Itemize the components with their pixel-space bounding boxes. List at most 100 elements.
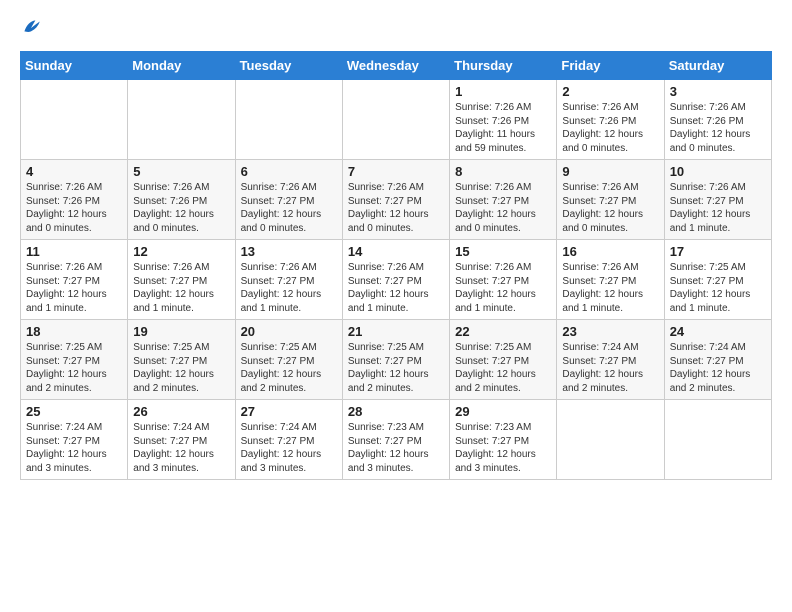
calendar-day-cell: 11 Sunrise: 7:26 AMSunset: 7:27 PMDayligh…	[21, 240, 128, 320]
day-number: 6	[241, 164, 337, 179]
calendar-week-row: 4 Sunrise: 7:26 AMSunset: 7:26 PMDaylight…	[21, 160, 772, 240]
day-info: Sunrise: 7:25 AMSunset: 7:27 PMDaylight:…	[348, 341, 444, 395]
calendar-day-cell: 22 Sunrise: 7:25 AMSunset: 7:27 PMDayligh…	[450, 320, 557, 400]
logo	[20, 16, 46, 43]
day-info: Sunrise: 7:24 AMSunset: 7:27 PMDaylight:…	[241, 421, 337, 475]
day-number: 5	[133, 164, 229, 179]
calendar-day-cell: 24Sunrise: 7:24 AMSunset: 7:27 PMDayligh…	[664, 320, 771, 400]
day-info: Sunrise: 7:24 AMSunset: 7:27 PMDaylight:…	[562, 341, 658, 395]
day-info: Sunrise: 7:26 AMSunset: 7:26 PMDaylight:…	[455, 101, 551, 155]
calendar-week-row: 18 Sunrise: 7:25 AMSunset: 7:27 PMDayligh…	[21, 320, 772, 400]
day-info: Sunrise: 7:26 AMSunset: 7:27 PMDaylight:…	[241, 181, 337, 235]
calendar-day-cell: 13 Sunrise: 7:26 AMSunset: 7:27 PMDayligh…	[235, 240, 342, 320]
day-number: 22	[455, 324, 551, 339]
calendar-day-cell: 16 Sunrise: 7:26 AMSunset: 7:27 PMDayligh…	[557, 240, 664, 320]
calendar-day-cell: 7Sunrise: 7:26 AMSunset: 7:27 PMDaylight…	[342, 160, 449, 240]
calendar-week-row: 25Sunrise: 7:24 AMSunset: 7:27 PMDayligh…	[21, 400, 772, 480]
day-info: Sunrise: 7:23 AMSunset: 7:27 PMDaylight:…	[455, 421, 551, 475]
calendar-day-cell: 20Sunrise: 7:25 AMSunset: 7:27 PMDayligh…	[235, 320, 342, 400]
day-info: Sunrise: 7:24 AMSunset: 7:27 PMDaylight:…	[26, 421, 122, 475]
day-info: Sunrise: 7:25 AMSunset: 7:27 PMDaylight:…	[133, 341, 229, 395]
calendar-day-cell: 6 Sunrise: 7:26 AMSunset: 7:27 PMDaylight…	[235, 160, 342, 240]
day-info: Sunrise: 7:26 AMSunset: 7:27 PMDaylight:…	[348, 261, 444, 315]
calendar-day-cell: 19 Sunrise: 7:25 AMSunset: 7:27 PMDayligh…	[128, 320, 235, 400]
day-of-week-header: Friday	[557, 52, 664, 80]
day-info: Sunrise: 7:26 AMSunset: 7:27 PMDaylight:…	[670, 181, 766, 235]
day-info: Sunrise: 7:26 AMSunset: 7:27 PMDaylight:…	[455, 261, 551, 315]
calendar-week-row: 11 Sunrise: 7:26 AMSunset: 7:27 PMDayligh…	[21, 240, 772, 320]
day-number: 2	[562, 84, 658, 99]
day-info: Sunrise: 7:26 AMSunset: 7:27 PMDaylight:…	[455, 181, 551, 235]
day-of-week-header: Tuesday	[235, 52, 342, 80]
day-number: 29	[455, 404, 551, 419]
calendar-day-cell: 5 Sunrise: 7:26 AMSunset: 7:26 PMDaylight…	[128, 160, 235, 240]
day-number: 8	[455, 164, 551, 179]
day-number: 14	[348, 244, 444, 259]
day-info: Sunrise: 7:23 AMSunset: 7:27 PMDaylight:…	[348, 421, 444, 475]
day-of-week-header: Sunday	[21, 52, 128, 80]
day-number: 20	[241, 324, 337, 339]
day-number: 16	[562, 244, 658, 259]
calendar-header-row: SundayMondayTuesdayWednesdayThursdayFrid…	[21, 52, 772, 80]
day-info: Sunrise: 7:26 AMSunset: 7:27 PMDaylight:…	[562, 261, 658, 315]
calendar-day-cell: 9 Sunrise: 7:26 AMSunset: 7:27 PMDaylight…	[557, 160, 664, 240]
day-of-week-header: Wednesday	[342, 52, 449, 80]
calendar-day-cell: 3 Sunrise: 7:26 AMSunset: 7:26 PMDaylight…	[664, 80, 771, 160]
calendar-day-cell: 28 Sunrise: 7:23 AMSunset: 7:27 PMDayligh…	[342, 400, 449, 480]
day-of-week-header: Saturday	[664, 52, 771, 80]
day-number: 17	[670, 244, 766, 259]
calendar-day-cell: 21 Sunrise: 7:25 AMSunset: 7:27 PMDayligh…	[342, 320, 449, 400]
day-number: 11	[26, 244, 122, 259]
day-of-week-header: Thursday	[450, 52, 557, 80]
day-number: 19	[133, 324, 229, 339]
calendar-day-cell: 1 Sunrise: 7:26 AMSunset: 7:26 PMDaylight…	[450, 80, 557, 160]
calendar-day-cell: 27 Sunrise: 7:24 AMSunset: 7:27 PMDayligh…	[235, 400, 342, 480]
day-number: 3	[670, 84, 766, 99]
calendar-day-cell: 26Sunrise: 7:24 AMSunset: 7:27 PMDayligh…	[128, 400, 235, 480]
day-number: 15	[455, 244, 551, 259]
calendar-day-cell	[128, 80, 235, 160]
day-number: 23	[562, 324, 658, 339]
day-info: Sunrise: 7:26 AMSunset: 7:27 PMDaylight:…	[241, 261, 337, 315]
day-number: 26	[133, 404, 229, 419]
calendar-day-cell: 10Sunrise: 7:26 AMSunset: 7:27 PMDayligh…	[664, 160, 771, 240]
day-number: 28	[348, 404, 444, 419]
day-info: Sunrise: 7:25 AMSunset: 7:27 PMDaylight:…	[670, 261, 766, 315]
day-number: 4	[26, 164, 122, 179]
calendar-body: 1 Sunrise: 7:26 AMSunset: 7:26 PMDaylight…	[21, 80, 772, 480]
day-info: Sunrise: 7:26 AMSunset: 7:26 PMDaylight:…	[562, 101, 658, 155]
day-info: Sunrise: 7:26 AMSunset: 7:26 PMDaylight:…	[133, 181, 229, 235]
calendar-table: SundayMondayTuesdayWednesdayThursdayFrid…	[20, 51, 772, 480]
logo-icon	[20, 16, 42, 43]
day-number: 9	[562, 164, 658, 179]
calendar-day-cell: 8 Sunrise: 7:26 AMSunset: 7:27 PMDaylight…	[450, 160, 557, 240]
calendar-day-cell: 17 Sunrise: 7:25 AMSunset: 7:27 PMDayligh…	[664, 240, 771, 320]
calendar-day-cell: 25Sunrise: 7:24 AMSunset: 7:27 PMDayligh…	[21, 400, 128, 480]
calendar-day-cell: 29 Sunrise: 7:23 AMSunset: 7:27 PMDayligh…	[450, 400, 557, 480]
calendar-day-cell: 14 Sunrise: 7:26 AMSunset: 7:27 PMDayligh…	[342, 240, 449, 320]
day-info: Sunrise: 7:26 AMSunset: 7:27 PMDaylight:…	[562, 181, 658, 235]
day-number: 13	[241, 244, 337, 259]
day-info: Sunrise: 7:26 AMSunset: 7:27 PMDaylight:…	[26, 261, 122, 315]
day-number: 12	[133, 244, 229, 259]
day-number: 18	[26, 324, 122, 339]
calendar-day-cell: 15 Sunrise: 7:26 AMSunset: 7:27 PMDayligh…	[450, 240, 557, 320]
calendar-day-cell: 12Sunrise: 7:26 AMSunset: 7:27 PMDayligh…	[128, 240, 235, 320]
day-number: 21	[348, 324, 444, 339]
calendar-day-cell: 2 Sunrise: 7:26 AMSunset: 7:26 PMDaylight…	[557, 80, 664, 160]
calendar-day-cell	[557, 400, 664, 480]
day-number: 1	[455, 84, 551, 99]
calendar-day-cell: 18Sunrise: 7:25 AMSunset: 7:27 PMDayligh…	[21, 320, 128, 400]
calendar-week-row: 1 Sunrise: 7:26 AMSunset: 7:26 PMDaylight…	[21, 80, 772, 160]
calendar-day-cell	[342, 80, 449, 160]
calendar-day-cell	[664, 400, 771, 480]
page-header	[20, 16, 772, 43]
day-info: Sunrise: 7:24 AMSunset: 7:27 PMDaylight:…	[670, 341, 766, 395]
calendar-day-cell: 4 Sunrise: 7:26 AMSunset: 7:26 PMDaylight…	[21, 160, 128, 240]
day-number: 27	[241, 404, 337, 419]
calendar-day-cell	[21, 80, 128, 160]
day-info: Sunrise: 7:25 AMSunset: 7:27 PMDaylight:…	[455, 341, 551, 395]
day-info: Sunrise: 7:26 AMSunset: 7:26 PMDaylight:…	[670, 101, 766, 155]
day-info: Sunrise: 7:26 AMSunset: 7:26 PMDaylight:…	[26, 181, 122, 235]
day-number: 7	[348, 164, 444, 179]
